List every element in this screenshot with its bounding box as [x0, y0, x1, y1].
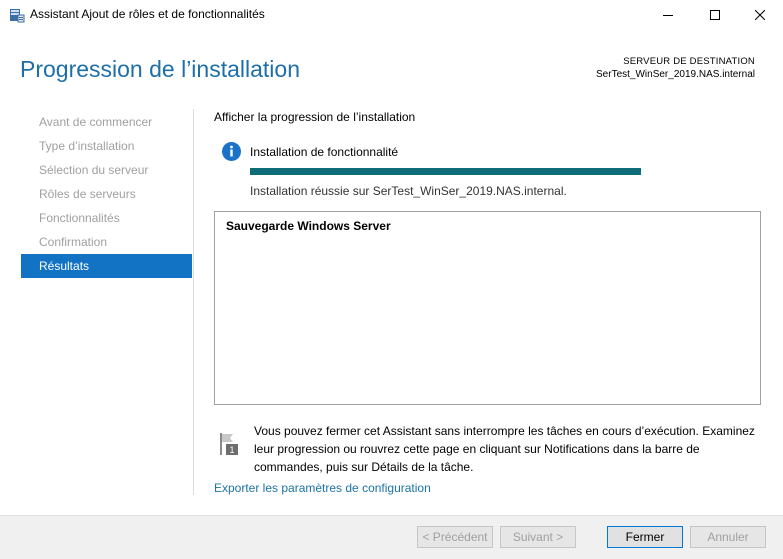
minimize-icon — [663, 10, 673, 20]
section-heading: Afficher la progression de l’installatio… — [214, 110, 416, 124]
wizard-footer: < Précédent Suivant > Fermer Annuler — [0, 515, 783, 559]
page-title: Progression de l’installation — [20, 56, 300, 82]
next-button[interactable]: Suivant > — [500, 526, 576, 548]
close-window-button[interactable] — [737, 0, 783, 30]
notification-badge: 1 — [229, 445, 234, 455]
maximize-button[interactable] — [692, 0, 738, 30]
window-title: Assistant Ajout de rôles et de fonctionn… — [30, 7, 265, 21]
wizard-steps-nav: Avant de commencer Type d’installation S… — [21, 110, 192, 278]
close-icon — [755, 10, 765, 20]
destination-server-label: SERVEUR DE DESTINATION — [623, 56, 755, 67]
installation-status-label: Installation de fonctionnalité — [250, 145, 399, 159]
title-bar: Assistant Ajout de rôles et de fonctionn… — [0, 0, 783, 30]
wizard-header: Progression de l’installation SERVEUR DE… — [0, 30, 783, 100]
info-note-text: Vous pouvez fermer cet Assistant sans in… — [254, 424, 755, 474]
info-icon — [222, 142, 241, 161]
previous-button[interactable]: < Précédent — [417, 526, 493, 548]
progress-bar — [250, 168, 641, 175]
notification-flag-icon: 1 — [218, 431, 240, 457]
nav-divider — [193, 109, 194, 495]
nav-step-results[interactable]: Résultats — [21, 254, 192, 278]
export-configuration-link[interactable]: Exporter les paramètres de configuration — [214, 481, 431, 495]
nav-step-server-roles: Rôles de serveurs — [39, 187, 136, 201]
installed-features-list[interactable]: Sauvegarde Windows Server — [214, 211, 761, 405]
server-manager-icon — [9, 7, 25, 23]
nav-step-confirmation: Confirmation — [39, 235, 108, 249]
destination-server-name: SerTest_WinSer_2019.NAS.internal — [596, 69, 755, 80]
progress-bar-fill — [250, 168, 641, 175]
close-button[interactable]: Fermer — [607, 526, 683, 548]
installation-result-text: Installation réussie sur SerTest_WinSer_… — [250, 184, 567, 198]
cancel-button[interactable]: Annuler — [690, 526, 766, 548]
minimize-button[interactable] — [645, 0, 691, 30]
nav-step-features: Fonctionnalités — [39, 211, 120, 225]
maximize-icon — [710, 10, 720, 20]
nav-step-server-selection: Sélection du serveur — [39, 163, 149, 177]
nav-step-before-you-begin: Avant de commencer — [39, 115, 153, 129]
list-item: Sauvegarde Windows Server — [226, 219, 391, 233]
nav-step-installation-type: Type d’installation — [39, 139, 135, 153]
